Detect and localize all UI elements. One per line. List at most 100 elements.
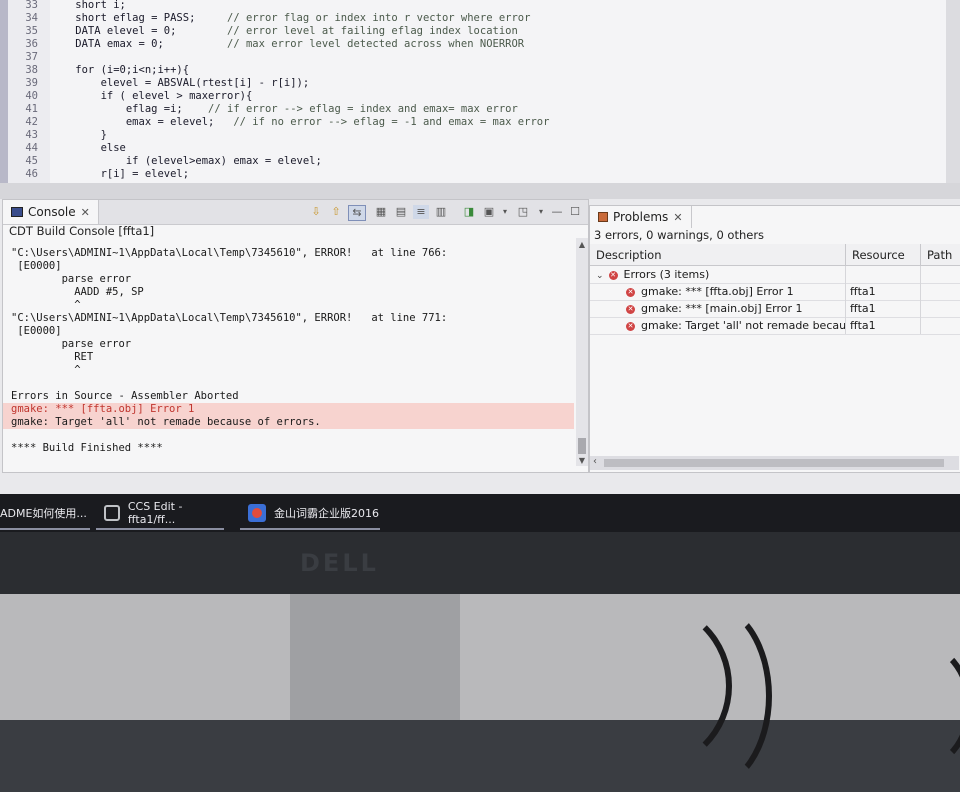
tab-problems[interactable]: Problems ✕ <box>590 206 692 228</box>
console-line: **** Build Finished **** <box>11 442 163 454</box>
scroll-thumb[interactable] <box>578 438 586 454</box>
scroll-up-icon[interactable]: ⇧ <box>328 205 344 219</box>
code-line: 33 short i; <box>8 0 126 12</box>
pin-console-icon[interactable]: ◨ <box>461 205 477 219</box>
problems-view: Problems ✕ 3 errors, 0 warnings, 0 other… <box>589 205 960 473</box>
console-view: Console ✕ ⇩ ⇧ ⇆ ▦ ▤ ≡ ▥ ◨ ▣ ▾ ◳ ▾ — ☐ CD… <box>2 199 589 473</box>
error-icon: ✕ <box>608 270 618 280</box>
editor-scrollbar[interactable] <box>946 0 960 183</box>
line-number: 35 <box>25 25 38 37</box>
scroll-up-arrow-icon[interactable]: ▲ <box>576 240 588 249</box>
problems-summary: 3 errors, 0 warnings, 0 others <box>594 228 765 242</box>
column-header-path[interactable]: Path <box>921 244 960 266</box>
problems-tab-label: Problems <box>613 210 669 224</box>
taskbar-item-adme[interactable]: ADME如何使用... <box>0 494 92 532</box>
code-text: DATA elevel = 0; <box>50 25 228 37</box>
close-icon[interactable]: ✕ <box>81 206 90 219</box>
tab-console[interactable]: Console ✕ <box>3 200 99 224</box>
line-number: 44 <box>25 142 38 154</box>
taskbar-item-kingsoft[interactable]: 金山词霸企业版2016 <box>240 494 388 532</box>
code-comment: // error flag or index into r vector whe… <box>227 12 531 24</box>
group-label: Errors (3 items) <box>623 268 710 281</box>
code-line: 45 if (elevel>emax) emax = elevel; <box>8 155 322 168</box>
code-comment: // error level at failing eflag index lo… <box>227 25 518 37</box>
chevron-down-icon[interactable]: ▾ <box>533 205 549 219</box>
console-line: Errors in Source - Assembler Aborted <box>11 390 239 402</box>
chevron-down-icon[interactable]: ▾ <box>497 205 513 219</box>
line-number: 45 <box>25 155 38 167</box>
active-indicator <box>240 528 380 530</box>
taskbar: ADME如何使用... CCS Edit - ffta1/ff... 金山词霸企… <box>0 494 960 532</box>
link-toggle-icon[interactable]: ⇆ <box>348 205 366 221</box>
console-line: AADD #5, SP <box>11 286 144 298</box>
problem-row[interactable]: ✕ gmake: *** [ffta.obj] Error 1 ffta1 <box>590 283 960 301</box>
monitor-brand-logo: DELL <box>300 549 379 577</box>
console-line: "C:\Users\ADMINI~1\AppData\Local\Temp\73… <box>11 312 448 324</box>
console-scrollbar[interactable]: ▲ ▼ <box>576 238 588 466</box>
problem-description: gmake: *** [main.obj] Error 1 <box>641 302 803 315</box>
code-text: if (elevel>emax) emax = elevel; <box>50 155 322 167</box>
new-console-icon[interactable]: ◳ <box>515 205 531 219</box>
scroll-thumb[interactable] <box>604 459 944 467</box>
line-number: 42 <box>25 116 38 128</box>
problem-row[interactable]: ✕ gmake: Target 'all' not remade because f… <box>590 317 960 335</box>
code-line: 46 r[i] = elevel; <box>8 168 189 181</box>
close-icon[interactable]: ✕ <box>673 211 682 224</box>
active-indicator <box>96 528 224 530</box>
code-editor[interactable]: 33 short i; 34 short eflag = PASS; // err… <box>0 0 960 183</box>
view-separator <box>0 183 960 199</box>
word-wrap-icon[interactable]: ≡ <box>413 205 429 219</box>
column-header-description[interactable]: Description <box>590 244 846 266</box>
line-number: 39 <box>25 77 38 89</box>
column-header-resource[interactable]: Resource <box>846 244 921 266</box>
screen: 33 short i; 34 short eflag = PASS; // err… <box>0 0 960 500</box>
console-line: ^ <box>11 299 81 311</box>
clear-console-icon[interactable]: ▦ <box>373 205 389 219</box>
dictionary-app-icon <box>248 504 266 522</box>
console-error-line: gmake: Target 'all' not remade because o… <box>3 416 574 429</box>
copy-icon[interactable]: ▤ <box>393 205 409 219</box>
cable <box>860 640 960 772</box>
problems-hscrollbar[interactable]: ‹ <box>590 456 959 470</box>
scroll-down-arrow-icon[interactable]: ▼ <box>576 456 588 465</box>
code-line: 40 if ( elevel > maxerror){ <box>8 90 252 103</box>
group-row-errors[interactable]: ⌄ ✕ Errors (3 items) <box>590 266 960 284</box>
console-line: RET <box>11 351 94 363</box>
problem-resource: ffta1 <box>850 319 876 332</box>
code-text: for (i=0;i<n;i++){ <box>50 64 190 76</box>
taskbar-item-label: ADME如何使用... <box>0 507 87 520</box>
display-console-icon[interactable]: ▣ <box>481 205 497 219</box>
code-line: 44 else <box>8 142 126 155</box>
console-tab-label: Console <box>28 205 76 219</box>
code-text: elevel = ABSVAL(rtest[i] - r[i]); <box>50 77 310 89</box>
code-text: short i; <box>50 0 126 11</box>
console-output[interactable]: ^ "C:\Users\ADMINI~1\AppData\Local\Temp\7… <box>3 238 574 466</box>
code-line: 34 short eflag = PASS; // error flag or … <box>8 12 530 25</box>
code-comment: // max error level detected across when … <box>227 38 525 50</box>
console-line: [E0000] <box>11 325 62 337</box>
taskbar-item-ccs[interactable]: CCS Edit - ffta1/ff... <box>96 494 232 532</box>
code-text: emax = elevel; <box>50 116 234 128</box>
taskbar-item-label: 金山词霸企业版2016 <box>274 507 379 520</box>
maximize-icon[interactable]: ☐ <box>567 205 583 219</box>
problem-resource: ffta1 <box>850 285 876 298</box>
line-number: 46 <box>25 168 38 180</box>
code-line: 39 elevel = ABSVAL(rtest[i] - r[i]); <box>8 77 309 90</box>
minimize-icon[interactable]: — <box>549 205 565 219</box>
chevron-down-icon[interactable]: ⌄ <box>596 271 604 281</box>
scroll-lock-icon[interactable]: ⇩ <box>308 205 324 219</box>
line-number: 40 <box>25 90 38 102</box>
ccs-app-icon <box>104 505 120 521</box>
cable <box>640 600 772 792</box>
console-line: parse error <box>11 338 132 350</box>
code-text: if ( elevel > maxerror){ <box>50 90 253 102</box>
scroll-left-arrow-icon[interactable]: ‹ <box>593 456 597 467</box>
code-line: 35 DATA elevel = 0; // error level at fa… <box>8 25 518 38</box>
line-number: 43 <box>25 129 38 141</box>
console-line: ^ <box>11 364 81 376</box>
problem-resource: ffta1 <box>850 302 876 315</box>
taskbar-item-label: CCS Edit - ffta1/ff... <box>127 500 183 526</box>
active-indicator <box>0 528 90 530</box>
problem-row[interactable]: ✕ gmake: *** [main.obj] Error 1 ffta1 <box>590 300 960 318</box>
remove-icon[interactable]: ▥ <box>433 205 449 219</box>
